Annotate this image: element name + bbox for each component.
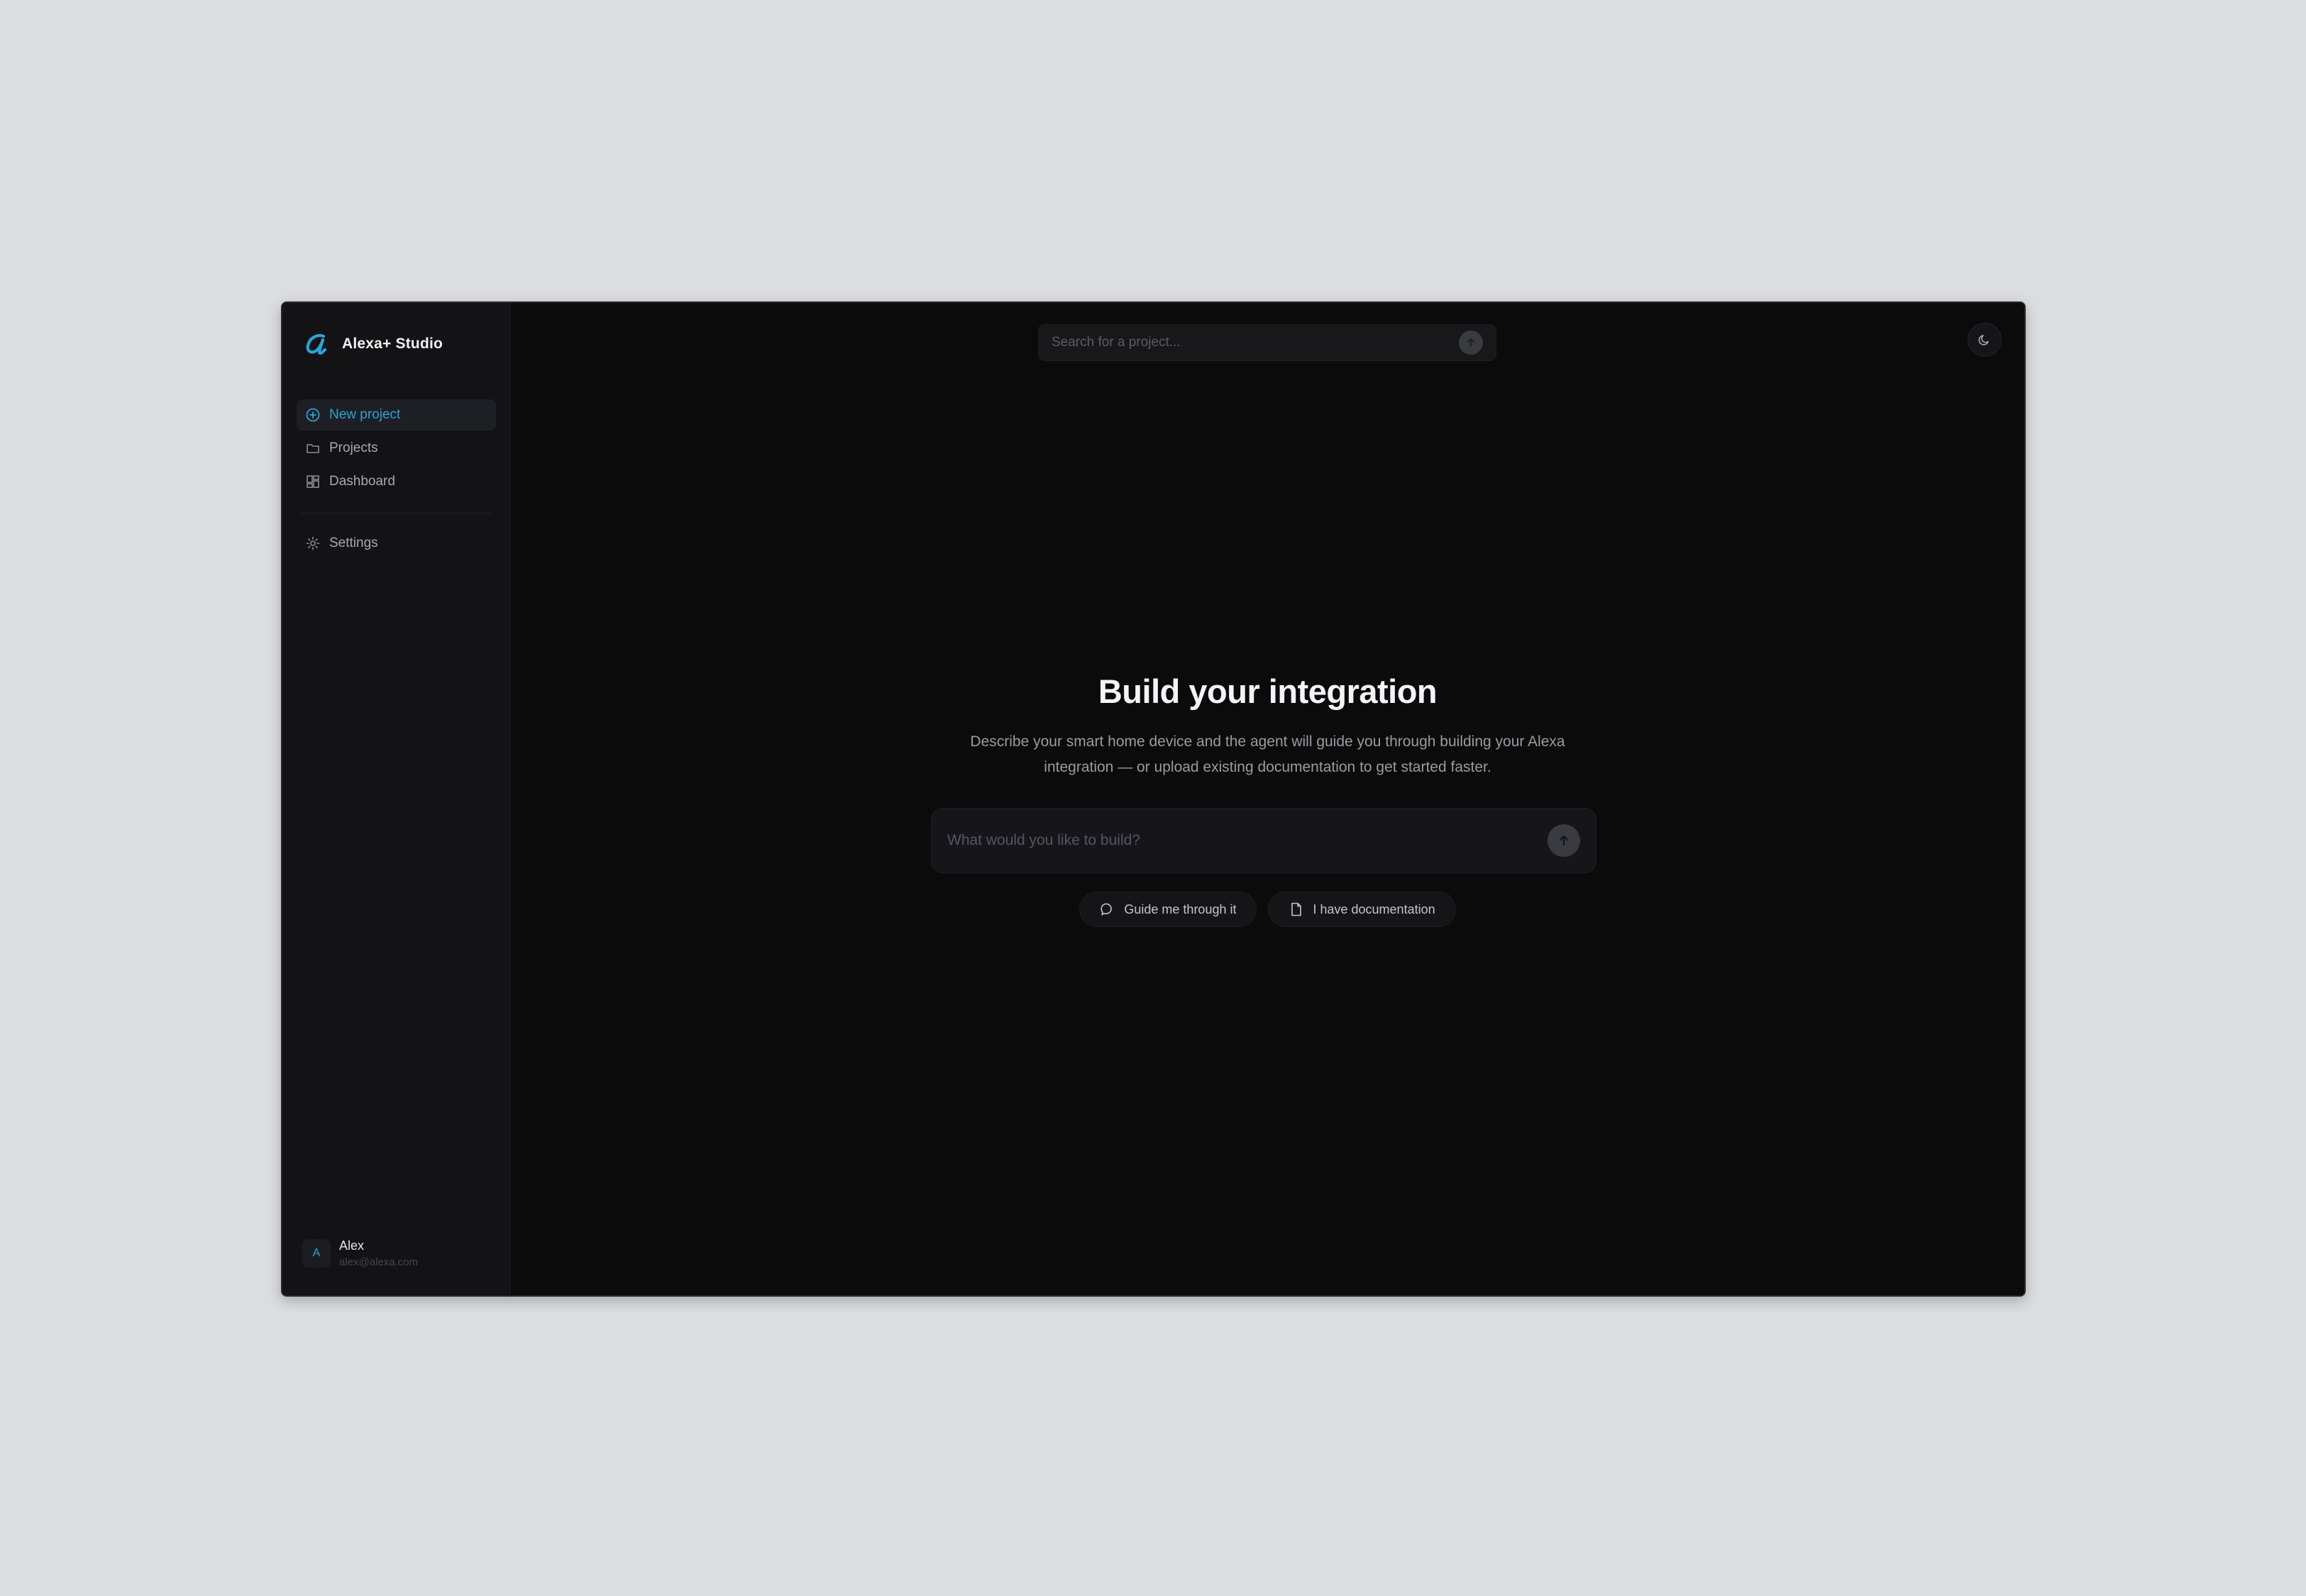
page-description: Describe your smart home device and the …: [970, 733, 1565, 775]
avatar: A: [302, 1239, 331, 1268]
document-icon: [1291, 902, 1302, 916]
sidebar-item-label: Dashboard: [329, 474, 395, 489]
brand[interactable]: Alexa+ Studio: [297, 303, 496, 385]
search-submit-button[interactable]: [1459, 331, 1483, 355]
sidebar-item-label: Projects: [329, 440, 378, 455]
arrow-up-icon: [1467, 338, 1474, 347]
chip-label: I have documentation: [1313, 902, 1435, 916]
user-info: Alex alex@alexa.com: [339, 1238, 418, 1268]
search-input[interactable]: [1052, 335, 1459, 350]
dashboard-grid-icon: [307, 475, 319, 488]
prompt-input[interactable]: [947, 832, 1548, 849]
sidebar-item-settings[interactable]: Settings: [297, 528, 496, 559]
alexa-logo-icon: [306, 333, 327, 355]
plus-circle-icon: [306, 408, 320, 422]
sidebar-item-label: Settings: [329, 536, 378, 550]
arrow-up-icon: [1560, 836, 1568, 846]
sidebar-item-label: New project: [329, 407, 401, 422]
guide-me-button[interactable]: Guide me through it: [1079, 892, 1257, 927]
sidebar-nav: New project Projects Dashboard Settings: [297, 399, 496, 559]
chat-bubble-icon: [1100, 903, 1113, 916]
search-bar: [1038, 324, 1496, 361]
prompt-box: [931, 808, 1596, 873]
page-title: Build your integration: [1098, 672, 1438, 710]
user-email: alex@alexa.com: [339, 1256, 419, 1268]
user-profile[interactable]: A Alex alex@alexa.com: [302, 1238, 418, 1268]
folder-icon: [307, 444, 319, 453]
gear-icon: [306, 536, 320, 550]
sidebar-divider: [299, 513, 493, 514]
suggestion-chips: Guide me through it I have documentation: [511, 892, 2024, 927]
prompt-send-button[interactable]: [1548, 824, 1580, 857]
app-title: Alexa+ Studio: [342, 336, 443, 352]
user-name: Alex: [339, 1238, 365, 1253]
sidebar: Alexa+ Studio New project Projects Dashb…: [282, 303, 511, 1295]
chip-label: Guide me through it: [1124, 902, 1237, 916]
have-documentation-button[interactable]: I have documentation: [1268, 892, 1456, 927]
app-window: Alexa+ Studio New project Projects Dashb…: [281, 301, 2026, 1297]
moon-icon: [1978, 335, 1989, 345]
sidebar-item-dashboard[interactable]: Dashboard: [297, 466, 496, 497]
hero: Build your integration Describe your sma…: [511, 672, 2024, 780]
main-content: Build your integration Describe your sma…: [511, 303, 2024, 1295]
sidebar-item-projects[interactable]: Projects: [297, 433, 496, 464]
sidebar-item-new-project[interactable]: New project: [297, 399, 496, 431]
theme-toggle-button[interactable]: [1968, 323, 2002, 357]
